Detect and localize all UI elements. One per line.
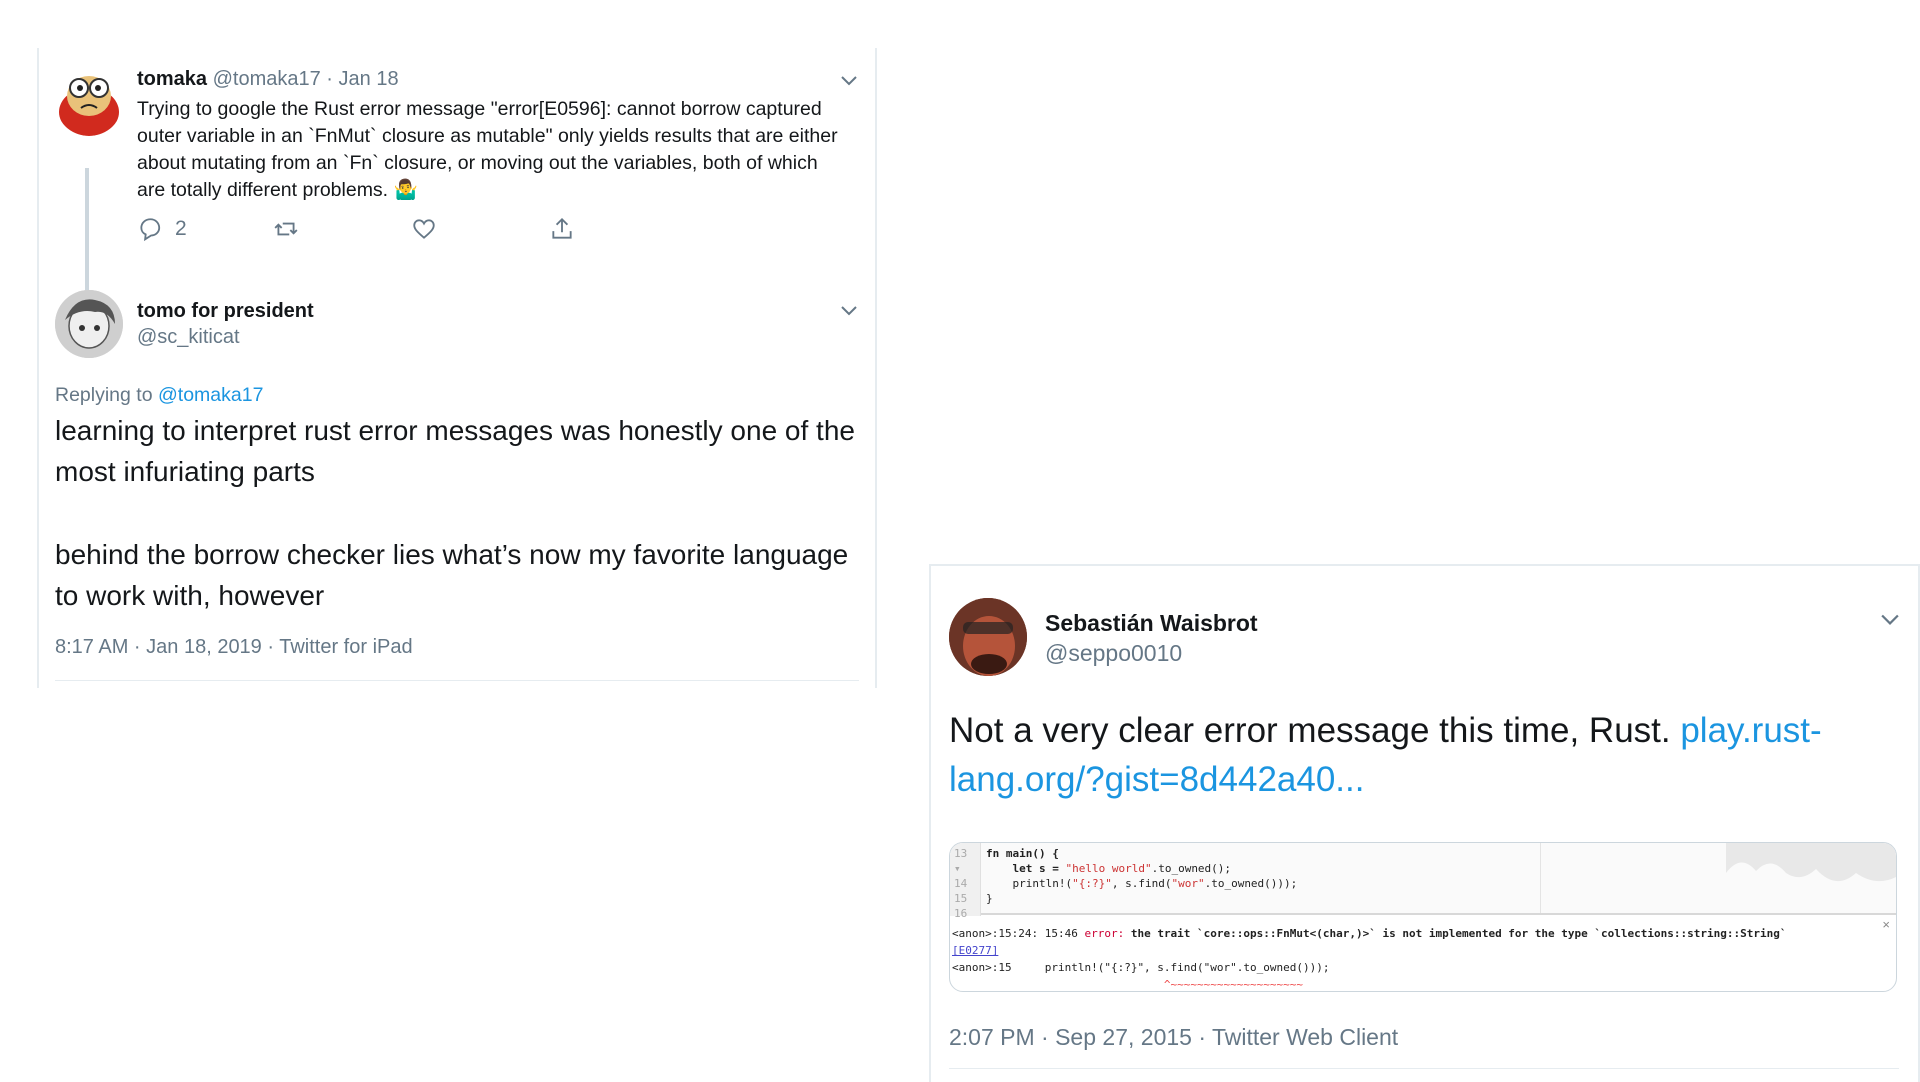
retweet-button[interactable]	[273, 216, 299, 242]
tweet3-timestamp[interactable]: 2:07 PM · Sep 27, 2015 · Twitter Web Cli…	[949, 1024, 1398, 1051]
code-string: "wor"	[1171, 877, 1205, 890]
line-number-gutter: 13 ▾ 14 15 16	[950, 843, 981, 920]
code-line-3: println!("{:?}", s.find("wor".to_owned()…	[986, 876, 1297, 891]
divider	[949, 1068, 1899, 1069]
tweet3-text: Not a very clear error message this time…	[949, 706, 1889, 804]
code-line-2: let s = "hello world".to_owned();	[986, 861, 1297, 876]
tweet2-paragraph-2: behind the borrow checker lies what’s no…	[55, 539, 849, 611]
error-source-code: println!("{:?}", s.find("wor".to_owned()…	[1011, 961, 1330, 974]
tweet1-text: Trying to google the Rust error message …	[137, 96, 847, 204]
tweet1-display-name[interactable]: tomaka	[137, 68, 207, 90]
tweet1-handle[interactable]: @tomaka17	[213, 68, 321, 90]
line-number: 14	[954, 877, 968, 890]
tweet2-timestamp[interactable]: 8:17 AM · Jan 18, 2019 · Twitter for iPa…	[55, 636, 413, 659]
code-screenshot-card[interactable]: 13 ▾ 14 15 16 fn main() { let s = "hello…	[949, 842, 1897, 992]
divider	[55, 680, 859, 681]
replying-to: Replying to @tomaka17	[55, 384, 263, 407]
code-token: let s =	[986, 862, 1066, 875]
code-line-1: fn main() {	[986, 847, 1059, 860]
code-token: .to_owned();	[1151, 862, 1232, 875]
code-token: , s.find(	[1111, 877, 1172, 890]
tweet2-chevron-down-icon[interactable]	[841, 306, 857, 316]
error-location: <anon>:15:24: 15:46	[952, 927, 1085, 940]
share-icon	[552, 217, 572, 239]
code-line-4: }	[986, 892, 993, 905]
code-string: "{:?}"	[1072, 877, 1112, 890]
share-button[interactable]	[549, 216, 575, 242]
close-icon[interactable]: ×	[1882, 917, 1890, 932]
tweet3-handle[interactable]: @seppo0010	[1045, 640, 1182, 667]
reply-icon	[140, 218, 161, 242]
reply-count: 2	[175, 217, 187, 240]
replying-handle-link[interactable]: @tomaka17	[158, 384, 263, 406]
tweet2-handle[interactable]: @sc_kiticat	[137, 326, 240, 349]
error-line: <anon>:15:24: 15:46 error: the trait `co…	[952, 925, 1786, 942]
line-number: 13 ▾	[954, 847, 968, 875]
error-message: the trait `core::ops::FnMut<(char,)>` is…	[1124, 927, 1787, 940]
error-label: error:	[1084, 927, 1125, 940]
heart-icon	[413, 219, 435, 239]
cartoon-avatar-icon	[59, 76, 119, 136]
reply-button[interactable]: 2	[137, 216, 187, 242]
torn-edge-decoration	[1726, 843, 1896, 882]
photo-avatar-icon	[949, 598, 1027, 676]
tweet-thread-panel: tomaka @tomaka17 · Jan 18 Trying to goog…	[37, 48, 877, 688]
sketch-avatar-icon	[55, 290, 123, 358]
tweet1-chevron-down-icon[interactable]	[841, 76, 857, 86]
code-token: .to_owned()));	[1204, 877, 1298, 890]
error-code-link[interactable]: [E0277]	[952, 944, 998, 957]
tweet3-chevron-down-icon[interactable]	[1881, 614, 1899, 626]
error-source-line: <anon>:15 println!("{:?}", s.find("wor".…	[952, 959, 1786, 976]
replying-prefix: Replying to	[55, 384, 158, 406]
error-source-location: <anon>:15	[952, 961, 1012, 974]
tweet3-body: Not a very clear error message this time…	[949, 711, 1681, 750]
avatar-sc-kiticat[interactable]	[55, 290, 123, 358]
tweet1-body: Trying to google the Rust error message …	[137, 98, 838, 201]
error-code-line: [E0277]	[952, 942, 1786, 959]
like-button[interactable]	[411, 216, 437, 242]
code-lines: fn main() { let s = "hello world".to_own…	[986, 846, 1297, 906]
tweet1-header: tomaka @tomaka17 · Jan 18	[137, 68, 399, 91]
editor-divider	[1540, 843, 1541, 913]
code-editor-area: 13 ▾ 14 15 16 fn main() { let s = "hello…	[950, 843, 1896, 920]
error-squiggle: ^~~~~~~~~~~~~~~~~~~~~	[952, 978, 1303, 991]
compiler-output: <anon>:15:24: 15:46 error: the trait `co…	[952, 925, 1786, 991]
avatar-seppo0010[interactable]	[949, 598, 1027, 676]
code-string: "hello world"	[1065, 862, 1152, 875]
tweet-detail-panel: Sebastián Waisbrot @seppo0010 Not a very…	[929, 564, 1920, 1082]
tweet1-date[interactable]: Jan 18	[339, 68, 399, 90]
line-number: 16	[954, 907, 968, 920]
tweet2-display-name[interactable]: tomo for president	[137, 300, 314, 323]
tweet2-paragraph-1: learning to interpret rust error message…	[55, 415, 855, 487]
tweet3-display-name[interactable]: Sebastián Waisbrot	[1045, 610, 1258, 637]
retweet-icon	[274, 222, 298, 236]
shrug-emoji-icon: 🤷‍♂️	[393, 179, 418, 201]
avatar-tomaka[interactable]	[55, 68, 123, 136]
tweet1-separator: ·	[326, 68, 333, 90]
line-number: 15	[954, 892, 968, 905]
code-token: println!(	[986, 877, 1073, 890]
